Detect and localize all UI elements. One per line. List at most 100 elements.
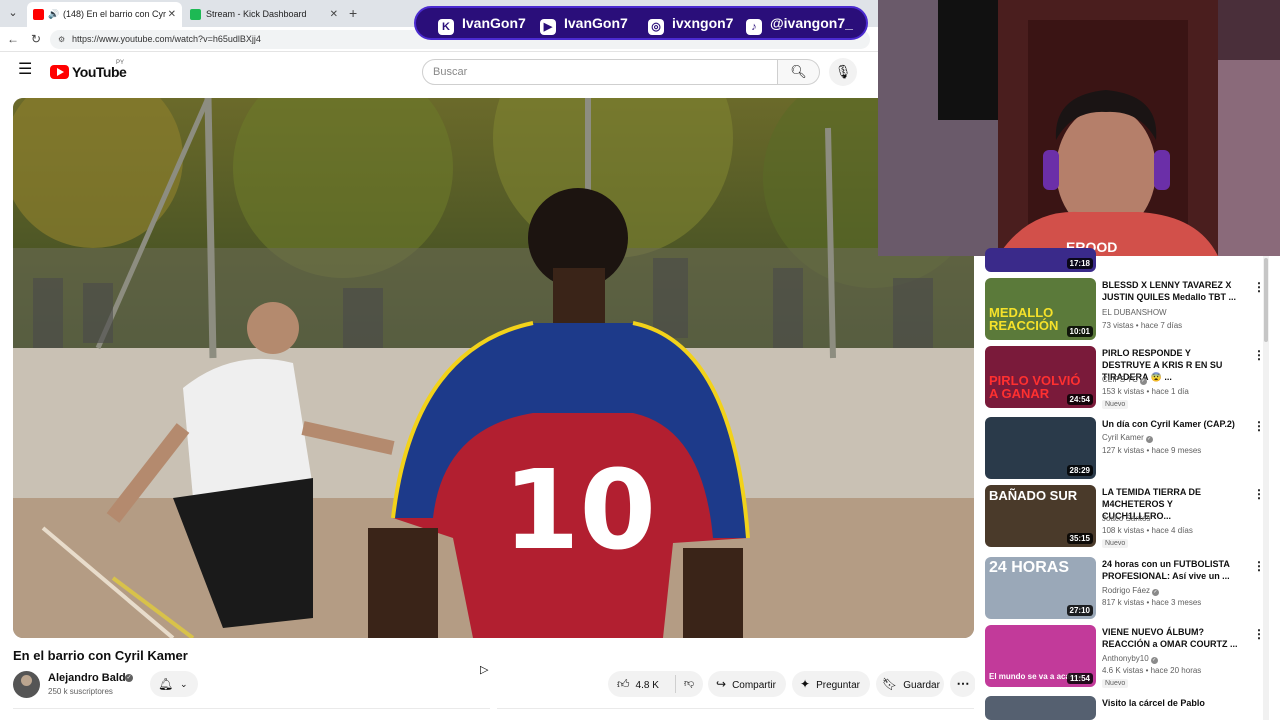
like-dislike-group: 👍︎ 4.8 K 👎︎ [608,671,703,697]
recommendation-meta: 127 k vistas • hace 9 meses [1102,446,1202,455]
ask-button[interactable]: ✦ Preguntar [792,671,870,697]
url-text: https://www.youtube.com/watch?v=h65udlBX… [72,34,261,44]
video-frame: 10 [13,98,974,638]
social-kick: K IvanGon7 [438,8,526,38]
recommendation-channel[interactable]: EL DUBANSHOW [1102,308,1167,317]
save-button[interactable]: 🔖︎ Guardar [876,671,944,697]
voice-search-button[interactable]: 🎙︎ [829,58,857,86]
back-arrow-icon[interactable]: ← [4,30,22,48]
more-actions-button[interactable]: ⋯ [950,671,976,697]
video-duration: 28:29 [1066,465,1093,476]
thumbs-up-icon: 👍︎ [617,677,630,691]
recommendation-thumbnail[interactable]: El mundo se va a acabar 11:54 [985,625,1096,687]
recommendation-item[interactable]: 28:29 Un día con Cyril Kamer (CAP.2) Cyr… [985,417,1270,479]
youtube-header: ☰ YouTube PY Buscar 🔍︎ 🎙︎ [0,52,878,92]
menu-hamburger-icon[interactable]: ☰ [18,62,34,78]
recommendation-channel[interactable]: Cyril Kamer ✓ [1102,433,1153,443]
channel-name: Cyril Kamer [1102,433,1144,442]
close-tab-icon[interactable]: ✕ [330,2,338,27]
notification-bell-button[interactable]: 🔔︎ ⌄ [150,671,198,697]
speaker-icon[interactable]: 🔊 [48,2,59,27]
search-input[interactable]: Buscar [422,59,778,85]
save-label: Guardar [903,680,940,691]
recommendation-channel[interactable]: Anthonyby10 ✓ [1102,654,1158,664]
recommendation-meta: 153 k vistas • hace 1 día [1102,387,1189,396]
sidebar-scrollbar-thumb[interactable] [1264,258,1268,342]
video-player[interactable]: 10 [13,98,974,638]
tiktok-icon: ♪ [746,19,762,35]
recommendation-title[interactable]: VIENE NUEVO ÁLBUM? REACCIÓN a OMAR COURT… [1102,626,1242,650]
recommendation-channel[interactable]: CLIPS TC ✓ [1102,375,1147,385]
recommendation-thumbnail[interactable] [985,696,1096,720]
recommendation-meta: 817 k vistas • hace 3 meses [1102,598,1202,607]
kick-icon: K [438,19,454,35]
social-handle: IvanGon7 [564,15,628,31]
tab-title: (148) En el barrio con Cyril Ka [63,9,166,19]
recommendation-item[interactable]: 17:18 [985,248,1270,272]
verified-check-icon: ✓ [125,674,133,682]
video-duration: 17:18 [1066,258,1093,269]
ask-label: Preguntar [816,680,860,691]
share-arrow-icon: ↪ [716,677,727,691]
youtube-icon: ▶ [540,19,556,35]
video-title: En el barrio con Cyril Kamer [13,648,188,663]
recommendation-thumbnail[interactable]: PIRLO VOLVIÓ A GANAR 24:54 [985,346,1096,408]
recommendation-thumbnail[interactable]: 24 HORAS 27:10 [985,557,1096,619]
search-icon: 🔍︎ [790,64,807,79]
channel-name: Anthonyby10 [1102,654,1149,663]
recommendation-title[interactable]: Un día con Cyril Kamer (CAP.2) [1102,418,1242,430]
tab-kick-dashboard[interactable]: Stream - Kick Dashboard ✕ [184,2,344,27]
new-badge: Nuevo [1102,400,1129,409]
search-button[interactable]: 🔍︎ [778,59,820,85]
recommendation-meta: 4.6 K vistas • hace 20 horas [1102,666,1202,675]
share-button[interactable]: ↪ Compartir [708,671,786,697]
recommendation-item[interactable]: BAÑADO SUR 35:15 LA TEMIDA TIERRA DE M4C… [985,485,1270,548]
subscriber-count: 250 k suscriptores [48,687,113,696]
description-box-edge [497,708,974,714]
channel-name: Rodrigo Fáez [1102,586,1151,595]
like-button[interactable]: 👍︎ 4.8 K [617,671,659,699]
video-duration: 11:54 [1066,673,1093,684]
tab-title: Stream - Kick Dashboard [206,9,307,19]
bell-icon: 🔔︎ [158,677,174,691]
dislike-button[interactable]: 👎︎ [675,675,694,693]
youtube-favicon-icon [33,9,44,20]
recommendation-thumbnail[interactable]: MEDALLO REACCIÓN 10:01 [985,278,1096,340]
reload-icon[interactable]: ↻ [27,30,45,48]
share-label: Compartir [732,680,776,691]
new-badge: Nuevo [1102,539,1129,548]
recommendation-title[interactable]: Visito la cárcel de Pablo [1102,697,1242,709]
recommendation-thumbnail[interactable]: 28:29 [985,417,1096,479]
channel-name: CLIPS TC [1102,375,1138,384]
recommendation-item[interactable]: Visito la cárcel de Pablo [985,696,1270,720]
channel-name[interactable]: Alejandro Balde [48,672,132,684]
recommendation-title[interactable]: 24 horas con un FUTBOLISTA PROFESIONAL: … [1102,558,1242,582]
tab-list-chevron-down-icon[interactable]: ⌄ [4,4,22,22]
recommendation-item[interactable]: MEDALLO REACCIÓN 10:01 BLESSD X LENNY TA… [985,278,1270,340]
social-youtube: ▶ IvanGon7 [540,8,628,38]
recommendation-channel[interactable]: Rodrigo Fáez ✓ [1102,586,1160,596]
webcam-overlay: EROOD [878,0,1280,256]
close-tab-icon[interactable]: ✕ [168,2,176,27]
recommendation-item[interactable]: El mundo se va a acabar 11:54 VIENE NUEV… [985,625,1270,688]
thumbs-down-icon: 👎︎ [684,678,695,689]
recommendation-thumbnail[interactable]: BAÑADO SUR 35:15 [985,485,1096,547]
recommendation-meta: 108 k vistas • hace 4 días [1102,526,1193,535]
sparkle-icon: ✦ [800,677,811,691]
recommendation-channel[interactable]: Joaco Santos [1102,514,1150,523]
recommendation-item[interactable]: 24 HORAS 27:10 24 horas con un FUTBOLIST… [985,557,1270,619]
recommendation-thumbnail[interactable]: 17:18 [985,248,1096,272]
recommendation-title[interactable]: BLESSD X LENNY TAVAREZ X JUSTIN QUILES M… [1102,279,1242,303]
channel-avatar[interactable] [13,671,40,698]
tab-youtube[interactable]: 🔊 (148) En el barrio con Cyril Ka ✕ [27,2,182,27]
youtube-play-logo-icon [50,65,69,79]
new-tab-plus-icon[interactable]: + [349,4,357,22]
recommendation-meta: 73 vistas • hace 7 días [1102,321,1183,330]
site-info-icon[interactable]: ⚙ [58,30,65,49]
jersey-number: 10 [503,446,656,574]
social-instagram: ◎ ivxngon7 [648,8,733,38]
youtube-wordmark: YouTube [72,64,127,80]
social-tiktok: ♪ @ivangon7_ [746,8,853,38]
recommendation-item[interactable]: PIRLO VOLVIÓ A GANAR 24:54 PIRLO RESPOND… [985,346,1270,409]
like-count: 4.8 K [635,680,659,691]
